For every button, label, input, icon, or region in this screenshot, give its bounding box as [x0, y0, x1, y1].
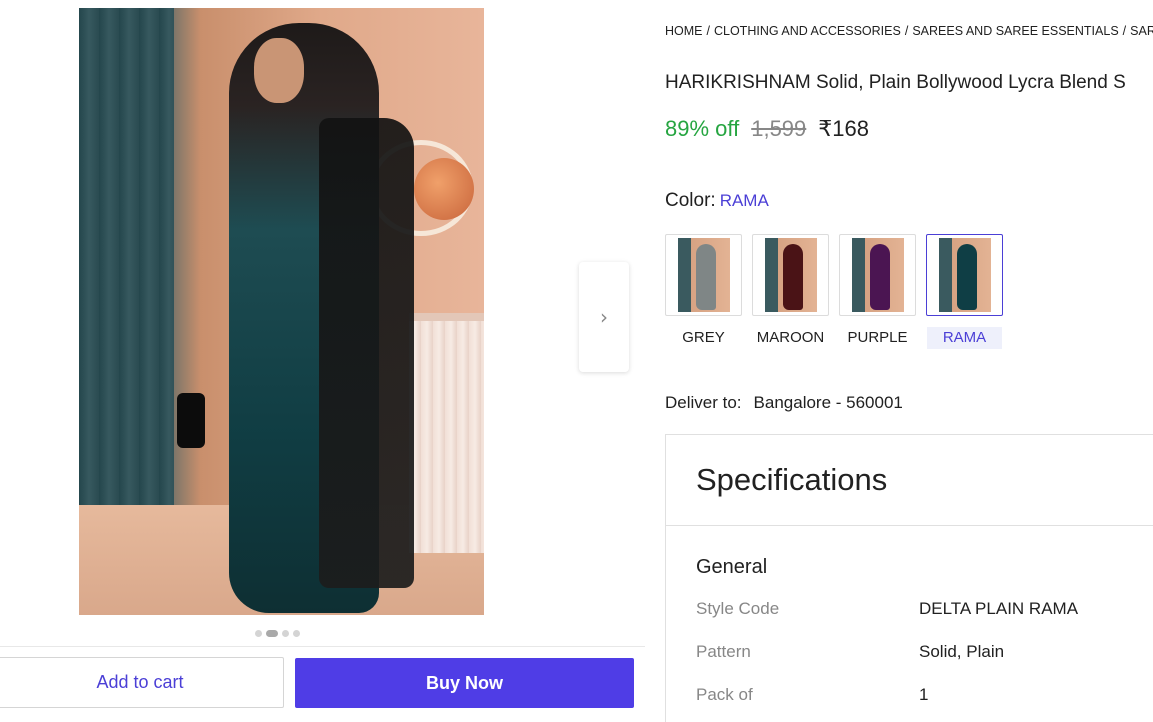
swatch-thumbnail[interactable]: [926, 234, 1003, 316]
breadcrumb-home[interactable]: HOME: [665, 24, 703, 38]
carousel-dots: [255, 630, 300, 637]
selected-color-value: RAMA: [719, 191, 769, 210]
add-to-cart-button[interactable]: Add to cart: [0, 657, 284, 708]
swatch-label[interactable]: PURPLE: [840, 327, 915, 349]
delivery-info: Deliver to: Bangalore - 560001: [665, 393, 903, 413]
swatch-label[interactable]: MAROON: [753, 327, 828, 349]
discount-percent: 89% off: [665, 116, 740, 141]
swatch-saree: [869, 244, 890, 310]
product-image[interactable]: [79, 8, 484, 615]
color-swatch-purple[interactable]: PURPLE: [839, 234, 916, 349]
spec-value: Solid, Plain: [919, 642, 1005, 661]
carousel-dot[interactable]: [293, 630, 300, 637]
carousel-dot[interactable]: [255, 630, 262, 637]
swatch-thumbnail[interactable]: [752, 234, 829, 316]
breadcrumb-separator: /: [706, 24, 710, 38]
color-label: Color:: [665, 190, 716, 211]
chevron-right-icon: ›: [600, 305, 608, 329]
specifications-divider: [666, 525, 1153, 526]
carousel-dot-active[interactable]: [266, 630, 278, 637]
breadcrumb-separator: /: [904, 24, 909, 38]
swatch-image: [938, 238, 991, 312]
wall-orb-decor: [414, 158, 474, 220]
spec-row: Pattern Solid, Plain: [696, 642, 1004, 662]
breadcrumb-truncated[interactable]: SARE: [1130, 24, 1153, 38]
deliver-to-label: Deliver to:: [665, 393, 742, 412]
price-row: 89% off 1,599 ₹168: [665, 116, 869, 142]
swatch-thumbnail[interactable]: [665, 234, 742, 316]
handbag: [177, 393, 205, 448]
swatch-label[interactable]: GREY: [666, 327, 741, 349]
buy-now-button[interactable]: Buy Now: [295, 658, 634, 708]
original-price: 1,599: [751, 116, 807, 141]
product-title: HARIKRISHNAM Solid, Plain Bollywood Lycr…: [665, 72, 1126, 93]
swatch-saree: [956, 244, 977, 310]
color-selector-label: Color: RAMA: [665, 190, 769, 212]
spec-key: Pattern: [696, 642, 751, 661]
swatch-thumbnail[interactable]: [839, 234, 916, 316]
color-swatches: GREY MAROON PURPLE RAMA: [665, 234, 1003, 349]
selling-price: ₹168: [818, 116, 869, 141]
swatch-saree: [695, 244, 716, 310]
breadcrumb-clothing[interactable]: CLOTHING AND ACCESSORIES: [714, 24, 901, 38]
breadcrumb-sarees[interactable]: SAREES AND SAREE ESSENTIALS: [912, 24, 1118, 38]
spec-value: DELTA PLAIN RAMA: [919, 599, 1079, 618]
breadcrumb: HOME / CLOTHING AND ACCESSORIES / SAREES…: [665, 24, 1153, 38]
swatch-saree: [782, 244, 803, 310]
spec-key: Pack of: [696, 685, 753, 704]
spec-value: 1: [919, 685, 929, 704]
color-swatch-maroon[interactable]: MAROON: [752, 234, 829, 349]
spec-row: Pack of 1: [696, 685, 928, 705]
saree-drape: [319, 118, 414, 588]
swatch-image: [764, 238, 817, 312]
spec-section-general: General: [696, 556, 768, 578]
swatch-image: [677, 238, 730, 312]
swatch-label[interactable]: RAMA: [927, 327, 1002, 349]
next-image-button[interactable]: ›: [579, 262, 629, 372]
swatch-image: [851, 238, 904, 312]
color-swatch-grey[interactable]: GREY: [665, 234, 742, 349]
spec-key: Style Code: [696, 599, 780, 618]
specifications-title: Specifications: [696, 462, 888, 497]
actions-divider: [0, 646, 645, 647]
delivery-location[interactable]: Bangalore - 560001: [754, 393, 903, 413]
carousel-dot[interactable]: [282, 630, 289, 637]
model-face: [254, 38, 304, 103]
spec-row: Style Code DELTA PLAIN RAMA: [696, 599, 1078, 619]
cabinet: [409, 313, 484, 553]
breadcrumb-separator: /: [1122, 24, 1127, 38]
color-swatch-rama[interactable]: RAMA: [926, 234, 1003, 349]
